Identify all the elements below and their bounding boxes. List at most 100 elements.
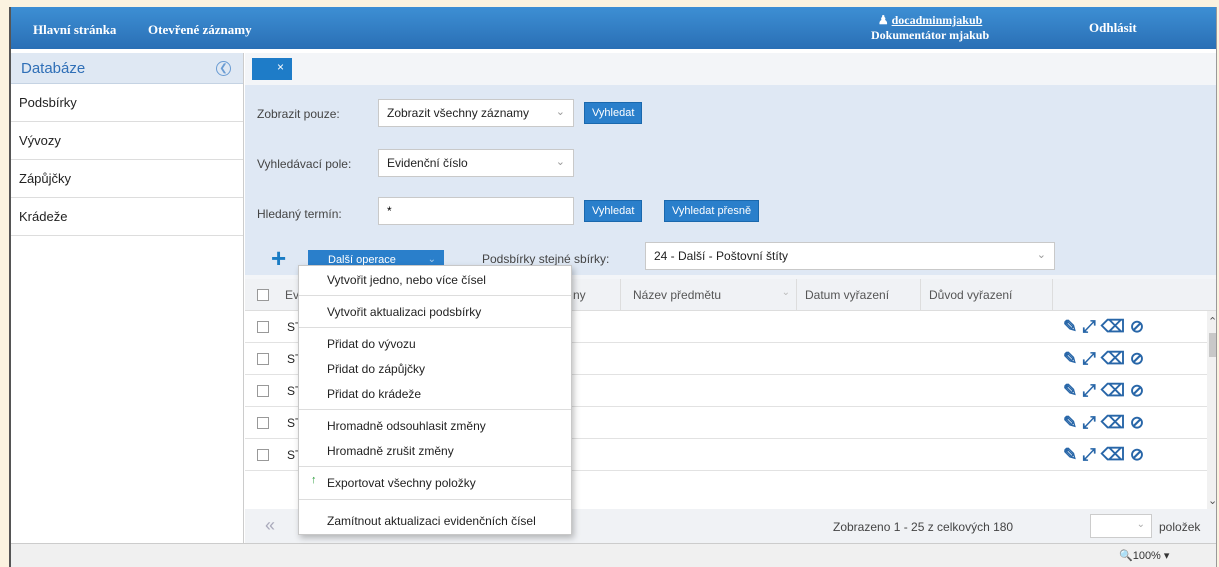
trash-icon[interactable]: ⌫ <box>1101 317 1130 336</box>
sidebar-item-vyvozy[interactable]: Vývozy <box>11 122 243 160</box>
user-name-link[interactable]: docadminmjakub <box>892 13 983 27</box>
expand-icon[interactable]: ⤢ <box>1082 381 1101 400</box>
edit-icon[interactable]: ✎ <box>1063 413 1082 432</box>
subcollections-select[interactable]: 24 - Další - Poštovní štíty ⌄ <box>645 242 1055 270</box>
column-nazev-predmetu[interactable]: Název předmětu ⌄ <box>625 279 797 311</box>
block-icon[interactable]: ⊘ <box>1130 445 1149 464</box>
scrollbar-thumb[interactable] <box>1209 333 1216 357</box>
block-icon[interactable]: ⊘ <box>1130 413 1149 432</box>
collapse-sidebar-icon[interactable]: ❮ <box>216 61 231 76</box>
user-icon: ♟ <box>877 13 889 27</box>
record-count-summary: Zobrazeno 1 - 25 z celkových 180 <box>833 520 1014 534</box>
menu-divider <box>299 327 571 328</box>
menu-item-bulk-approve[interactable]: Hromadně odsouhlasit změny <box>299 414 571 438</box>
menu-item-create-numbers[interactable]: Vytvořit jedno, nebo více čísel <box>299 268 571 292</box>
menu-divider <box>299 295 571 296</box>
row-checkbox[interactable] <box>257 321 269 333</box>
search-exact-button[interactable]: Vyhledat přesně <box>664 200 760 222</box>
search-field-select[interactable]: Evidenční číslo ⌄ <box>378 149 574 177</box>
subcollections-value: 24 - Další - Poštovní štíty <box>654 249 789 263</box>
sidebar: Databáze ❮ Podsbírky Vývozy Zápůjčky Krá… <box>11 53 244 543</box>
edit-icon[interactable]: ✎ <box>1063 349 1082 368</box>
column-nazev-label: Název předmětu <box>633 288 722 302</box>
chevron-down-icon[interactable]: ⌄ <box>1208 494 1216 507</box>
edit-icon[interactable]: ✎ <box>1063 445 1082 464</box>
block-icon[interactable]: ⊘ <box>1130 317 1149 336</box>
app-window: Hlavní stránka Otevřené záznamy ♟ docadm… <box>9 7 1217 567</box>
expand-icon[interactable]: ⤢ <box>1082 317 1101 336</box>
menu-divider <box>299 499 571 500</box>
items-label: položek <box>1159 520 1201 534</box>
column-duvod-vyrazeni[interactable]: Důvod vyřazení <box>921 279 1053 311</box>
column-datum-vyrazeni[interactable]: Datum vyřazení <box>797 279 921 311</box>
column-partial[interactable]: ny <box>565 279 621 311</box>
menu-item-bulk-cancel[interactable]: Hromadně zrušit změny <box>299 439 571 463</box>
menu-item-reject-update[interactable]: Zamítnout aktualizaci evidenčních čísel <box>299 509 571 533</box>
sidebar-item-kradeze[interactable]: Krádeže <box>11 198 243 236</box>
chevron-down-icon: ⌄ <box>555 106 565 118</box>
nav-open-records-link[interactable]: Otevřené záznamy <box>148 22 252 38</box>
menu-item-add-to-export[interactable]: Přidat do vývozu <box>299 332 571 356</box>
chevron-down-icon: ⌄ <box>555 156 565 168</box>
row-checkbox[interactable] <box>257 417 269 429</box>
sidebar-item-zapujcky[interactable]: Zápůjčky <box>11 160 243 198</box>
search-button-2[interactable]: Vyhledat <box>584 200 643 222</box>
sidebar-item-podsbirky[interactable]: Podsbírky <box>11 84 243 122</box>
trash-icon[interactable]: ⌫ <box>1101 349 1130 368</box>
nav-home-link[interactable]: Hlavní stránka <box>33 22 116 38</box>
user-info: ♟ docadminmjakub Dokumentátor mjakub <box>871 13 989 43</box>
chevron-down-icon: ⌄ <box>427 254 436 265</box>
expand-icon[interactable]: ⤢ <box>1082 349 1101 368</box>
zoom-icon: 🔍 <box>1119 550 1133 562</box>
expand-icon[interactable]: ⤢ <box>1082 413 1101 432</box>
show-only-label: Zobrazit pouze: <box>257 107 340 121</box>
logout-link[interactable]: Odhlásit <box>1089 20 1137 36</box>
select-all-checkbox[interactable] <box>257 289 269 301</box>
menu-item-add-to-theft[interactable]: Přidat do krádeže <box>299 382 571 406</box>
zoom-value: 100% <box>1132 550 1161 562</box>
export-icon: ↑ <box>311 474 317 486</box>
menu-divider <box>299 466 571 467</box>
row-checkbox[interactable] <box>257 449 269 461</box>
show-only-value: Zobrazit všechny záznamy <box>387 106 530 120</box>
trash-icon[interactable]: ⌫ <box>1101 381 1130 400</box>
browser-status-bar: 🔍100% ▾ <box>11 543 1216 567</box>
close-tab-button[interactable]: × <box>252 58 292 80</box>
row-actions: ✎⤢⌫⊘ <box>1063 445 1149 465</box>
subcollections-label: Podsbírky stejné sbírky: <box>482 252 610 266</box>
add-record-icon[interactable]: + <box>271 245 286 271</box>
first-page-icon[interactable]: « <box>265 515 275 536</box>
sidebar-header: Databáze ❮ <box>11 53 243 84</box>
trash-icon[interactable]: ⌫ <box>1101 445 1130 464</box>
row-actions: ✎⤢⌫⊘ <box>1063 317 1149 337</box>
row-checkbox[interactable] <box>257 353 269 365</box>
sidebar-title: Databáze <box>21 60 86 77</box>
chevron-up-icon[interactable]: ⌃ <box>1208 315 1216 328</box>
row-actions: ✎⤢⌫⊘ <box>1063 413 1149 433</box>
table-scrollbar[interactable]: ⌃ ⌄ <box>1207 311 1216 511</box>
row-checkbox[interactable] <box>257 385 269 397</box>
chevron-down-icon: ⌄ <box>1036 249 1046 261</box>
menu-item-create-update[interactable]: Vytvořit aktualizaci podsbírky <box>299 300 571 324</box>
block-icon[interactable]: ⊘ <box>1130 349 1149 368</box>
chevron-down-icon: ⌄ <box>1136 519 1145 530</box>
user-role: Dokumentátor mjakub <box>871 28 990 42</box>
trash-icon[interactable]: ⌫ <box>1101 413 1130 432</box>
edit-icon[interactable]: ✎ <box>1063 381 1082 400</box>
menu-item-add-to-loan[interactable]: Přidat do zápůjčky <box>299 357 571 381</box>
menu-divider <box>299 409 571 410</box>
row-actions: ✎⤢⌫⊘ <box>1063 381 1149 401</box>
expand-icon[interactable]: ⤢ <box>1082 445 1101 464</box>
search-field-value: Evidenční číslo <box>387 156 468 170</box>
items-per-page-select[interactable]: ⌄ <box>1090 514 1152 538</box>
search-button[interactable]: Vyhledat <box>584 102 643 124</box>
search-term-input[interactable] <box>378 197 574 225</box>
menu-item-export-all[interactable]: ↑ Exportovat všechny položky <box>299 471 571 495</box>
show-only-select[interactable]: Zobrazit všechny záznamy ⌄ <box>378 99 574 127</box>
menu-item-export-label: Exportovat všechny položky <box>327 476 476 490</box>
edit-icon[interactable]: ✎ <box>1063 317 1082 336</box>
chevron-down-icon: ⌄ <box>781 287 790 298</box>
block-icon[interactable]: ⊘ <box>1130 381 1149 400</box>
top-navigation-bar: Hlavní stránka Otevřené záznamy ♟ docadm… <box>11 7 1216 49</box>
zoom-level[interactable]: 🔍100% ▾ <box>1119 549 1169 562</box>
